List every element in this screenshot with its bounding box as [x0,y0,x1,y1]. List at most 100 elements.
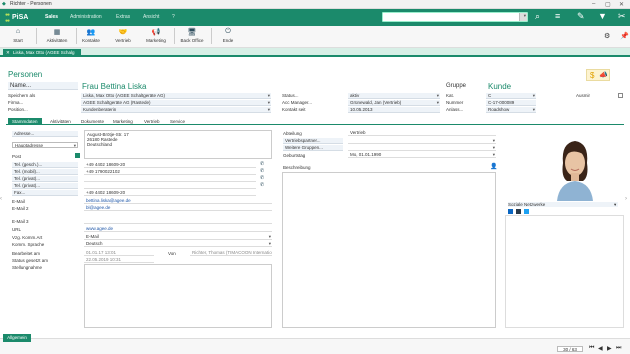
description-textarea[interactable] [282,172,496,328]
phone-business-field[interactable]: +49 4402 18609-20 [84,162,256,168]
tools-icon[interactable]: ✂ [618,11,626,22]
address-type-select[interactable]: Hauptadresse [12,142,78,148]
comm-type-label: Vzg. Komm.Art [12,235,43,240]
linkedin-icon[interactable] [508,209,513,214]
nav-help[interactable]: ? [172,14,175,20]
sales-partner-label[interactable]: Vertriebspartner... [283,138,343,144]
address-box[interactable]: August-Brötje-Str. 17 26180 Rastede Deut… [84,130,272,159]
tab-stammdaten[interactable]: Stammdaten [8,118,42,125]
twitter-icon[interactable] [524,209,529,214]
backoffice-button[interactable]: 🖥 Back Office [175,28,209,43]
phone-mobile-label[interactable]: Tel. (mobil)... [12,169,78,175]
status-field[interactable]: aktiv [348,93,440,99]
last-record-icon[interactable]: ⏭ [616,345,621,352]
post-checkbox[interactable] [75,153,80,158]
bottom-tab-general[interactable]: Allgemein [3,334,31,342]
email3-field[interactable] [84,218,272,224]
phone-icon[interactable]: ✆ [260,161,264,167]
email-label: E-Mail [12,199,25,204]
acc-manager-field[interactable]: Grünewald, Jan (Vertrieb) [348,100,440,106]
tab-vertrieb[interactable]: Vertrieb [140,118,164,125]
email-field[interactable]: bettina.liska@agee.de [84,198,272,204]
search-input[interactable] [382,12,528,22]
comm-language-select[interactable]: Deutsch [84,241,272,247]
minimize-icon[interactable]: – [592,1,595,7]
email3-label: E-Mail 3 [12,219,29,224]
next-record-icon[interactable]: ▶ [607,345,612,352]
sales-partner-field[interactable] [348,138,496,144]
pin-icon[interactable]: 📌 [620,32,629,40]
search-dropdown[interactable] [519,13,527,21]
birthday-label: Geburtstag [283,153,306,158]
save-as-field[interactable]: Liska, Max Otto (AGEE Schaltgeräte AG) [81,93,271,99]
tab-aktivitaeten[interactable]: Aktivitäten [46,118,75,125]
more-groups-label[interactable]: Weitere Gruppen... [283,145,343,151]
phone-business-label[interactable]: Tel. (gesch.)... [12,162,78,168]
statement-textarea[interactable] [84,264,272,328]
department-field[interactable]: Vertrieb [348,130,496,136]
pisa-logo: ●● ●● PiSA [4,10,34,24]
phone-icon[interactable]: ✆ [260,182,264,188]
fax-field[interactable]: +49 4402 18609-20 [84,190,256,196]
filter-icon[interactable]: ▼ [598,11,607,21]
contacts-button[interactable]: 👥 Kontakte [74,28,108,43]
phone-private-label[interactable]: Tel. (privat)... [12,176,78,182]
position-field[interactable]: Kundenberaterin [81,107,271,113]
record-pager: 30 / 63 [557,346,583,352]
number-field[interactable]: C-17-000089 [486,100,536,106]
xing-icon[interactable] [516,209,521,214]
first-record-icon[interactable]: ⏮ [589,345,594,352]
company-field[interactable]: AGEE Schaltgeräte AG (Rastede) [81,100,271,106]
pen-icon[interactable]: ✎ [577,11,585,22]
phone-mobile-field[interactable]: +49 1790022102 [84,169,256,175]
ausmir-checkbox[interactable] [618,93,623,98]
close-icon[interactable]: ✕ [619,1,624,8]
post-label: Post [12,154,22,159]
comm-type-select[interactable]: E-Mail [84,234,272,240]
birthday-field[interactable]: Mo, 01.01.1990 [348,152,496,158]
phone-icon[interactable]: ✆ [260,168,264,174]
tab-close-icon[interactable]: ✕ [6,49,10,57]
nav-administration[interactable]: Administration [70,14,102,20]
nav-sales[interactable]: Sales [45,14,58,20]
category-field[interactable]: C [486,93,536,99]
settings-icon[interactable]: ⚙ [604,32,610,40]
company-label: Firma... [8,100,24,105]
document-tab[interactable]: ✕ Liska, Max Otto (AGEE Schalg [3,49,81,57]
phone-icon[interactable]: ✆ [260,175,264,181]
tab-service[interactable]: Service [166,118,189,125]
maximize-icon[interactable]: ▢ [605,1,611,8]
contact-since-label: Kontakt seit [282,107,306,112]
sales-button[interactable]: 🤝 Vertrieb [106,28,140,43]
phone-private-field[interactable] [84,176,256,182]
activities-button[interactable]: ▦ Aktivitäten [40,28,74,43]
url-field[interactable]: www.agee.de [84,226,272,232]
marketing-button[interactable]: 📢 Marketing [139,28,173,43]
nav-ansicht[interactable]: Ansicht [143,14,159,20]
menu-icon[interactable]: ≡ [555,11,560,21]
more-groups-field[interactable] [348,145,496,151]
contact-since-field[interactable]: 10.05.2013 [348,107,440,113]
status-set-field: 22.05.2019 10:31 [84,257,154,263]
prev-record-icon[interactable]: ◀ [598,345,603,352]
social-networks-label: Soziale Netzwerke [508,202,618,207]
phone-private2-label[interactable]: Tel. (privat)... [12,183,78,189]
user-icon[interactable]: 👤 [490,163,497,170]
address-label[interactable]: Adresse... [12,131,78,137]
search-icon[interactable]: ⌕ [535,11,540,22]
status-flags[interactable]: $ 📣 [586,69,610,81]
occasion-field[interactable]: Roadshow [486,107,536,113]
tab-marketing[interactable]: Marketing [109,118,137,125]
start-button[interactable]: ⌂ Start [1,28,35,43]
email2-field[interactable]: bl@agee.de [84,205,272,211]
nav-extras[interactable]: Extras [116,14,130,20]
fax-label[interactable]: Fax... [12,190,78,196]
name-label[interactable]: Name... [8,82,78,90]
tab-dokumente[interactable]: Dokumente [77,118,108,125]
scroll-left-icon[interactable]: ‹ [0,196,2,202]
power-icon: ⏻ [225,28,231,35]
exit-button[interactable]: ⏻ Ende [211,28,245,43]
social-dropdown-icon[interactable]: ▾ [614,202,616,208]
scroll-right-icon[interactable]: › [625,196,627,202]
phone-private2-field[interactable] [84,183,256,189]
